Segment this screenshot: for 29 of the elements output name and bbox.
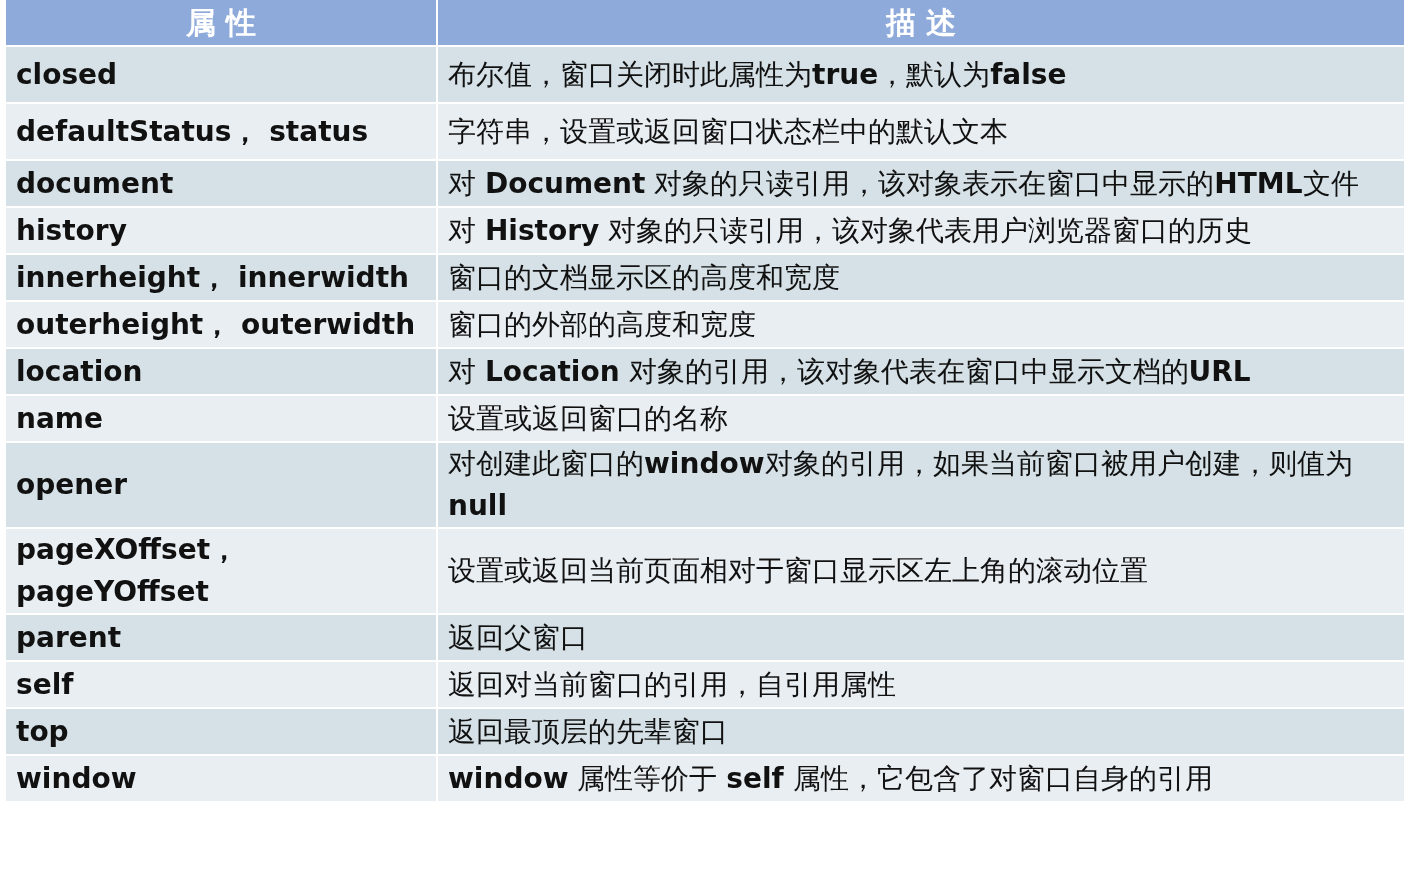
- property-cell: innerheight， innerwidth: [6, 255, 436, 300]
- property-cell: location: [6, 349, 436, 394]
- property-cell: window: [6, 756, 436, 801]
- property-cell: closed: [6, 47, 436, 102]
- description-cell: 设置或返回当前页面相对于窗口显示区左上角的滚动位置: [438, 529, 1404, 613]
- description-cell: 返回最顶层的先辈窗口: [438, 709, 1404, 754]
- property-cell: name: [6, 396, 436, 441]
- column-header: 属 性: [6, 0, 436, 45]
- property-cell: outerheight， outerwidth: [6, 302, 436, 347]
- description-cell: 布尔值，窗口关闭时此属性为true，默认为false: [438, 47, 1404, 102]
- property-cell: history: [6, 208, 436, 253]
- property-cell: self: [6, 662, 436, 707]
- description-cell: 设置或返回窗口的名称: [438, 396, 1404, 441]
- property-cell: parent: [6, 615, 436, 660]
- property-cell: top: [6, 709, 436, 754]
- property-cell: opener: [6, 443, 436, 527]
- description-cell: 返回对当前窗口的引用，自引用属性: [438, 662, 1404, 707]
- description-cell: 对 Location 对象的引用，该对象代表在窗口中显示文档的URL: [438, 349, 1404, 394]
- description-cell: window 属性等价于 self 属性，它包含了对窗口自身的引用: [438, 756, 1404, 801]
- description-cell: 窗口的外部的高度和宽度: [438, 302, 1404, 347]
- description-cell: 对 History 对象的只读引用，该对象代表用户浏览器窗口的历史: [438, 208, 1404, 253]
- description-cell: 字符串，设置或返回窗口状态栏中的默认文本: [438, 104, 1404, 159]
- description-cell: 对 Document 对象的只读引用，该对象表示在窗口中显示的HTML文件: [438, 161, 1404, 206]
- description-cell: 返回父窗口: [438, 615, 1404, 660]
- description-cell: 对创建此窗口的window对象的引用，如果当前窗口被用户创建，则值为null: [438, 443, 1404, 527]
- column-header: 描 述: [438, 0, 1404, 45]
- description-cell: 窗口的文档显示区的高度和宽度: [438, 255, 1404, 300]
- property-cell: defaultStatus， status: [6, 104, 436, 159]
- property-cell: document: [6, 161, 436, 206]
